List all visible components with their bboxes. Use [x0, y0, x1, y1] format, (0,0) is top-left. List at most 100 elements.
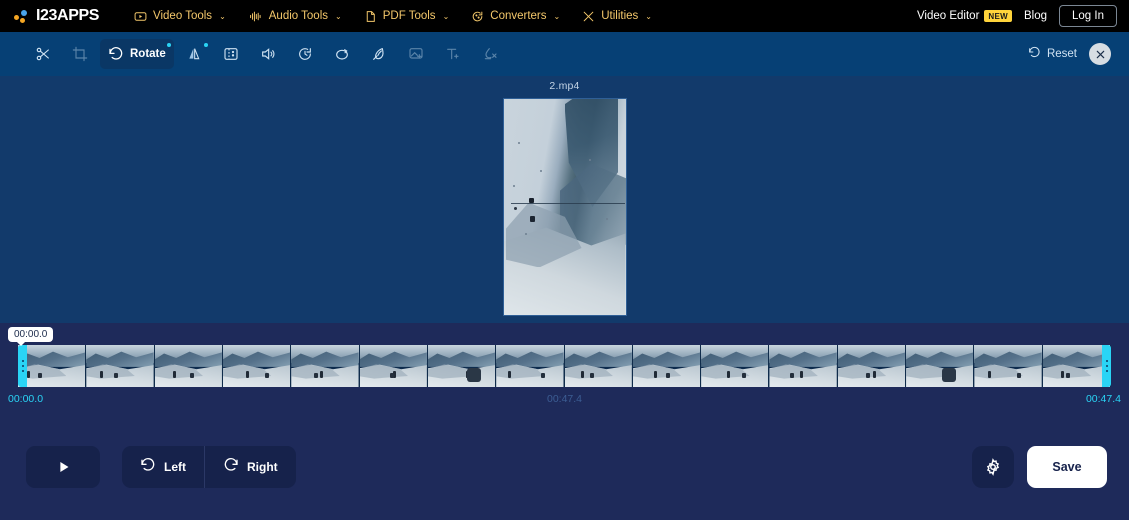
remove-watermark-icon [482, 46, 498, 62]
crop-icon [72, 46, 88, 62]
filmstrip-thumbnail [564, 345, 633, 387]
rotate-left-label: Left [164, 459, 186, 474]
video-frame-image [503, 99, 626, 315]
filmstrip-thumbnail [701, 345, 770, 387]
chevron-down-icon: ⌄ [442, 11, 450, 21]
video-play-icon [134, 10, 147, 23]
filmstrip-thumbnail [86, 345, 155, 387]
main-menu: Video Tools ⌄ Audio Tools ⌄ PDF Tools ⌄ [125, 5, 661, 28]
rotate-right-label: Right [247, 459, 278, 474]
tool-effects-button[interactable] [362, 39, 396, 69]
tool-loop-button[interactable] [325, 39, 359, 69]
nav-item-utilities[interactable]: Utilities ⌄ [573, 5, 661, 28]
filmstrip-thumbnail [222, 345, 292, 387]
close-icon [1096, 50, 1104, 58]
filmstrip-thumbnail [154, 345, 223, 387]
filmstrip-thumbnail [496, 345, 565, 387]
rotate-ccw-icon [140, 457, 156, 476]
chevron-down-icon: ⌄ [219, 11, 226, 21]
tools-cross-icon [582, 10, 595, 23]
filmstrip-thumbnail [427, 345, 497, 387]
timeline-mid-time: 00:47.4 [546, 393, 583, 405]
magic-wand-icon [371, 46, 387, 62]
chevron-down-icon: ⌄ [645, 11, 652, 21]
nav-item-video-tools[interactable]: Video Tools ⌄ [125, 5, 235, 28]
video-editor-label: Video Editor [916, 10, 980, 22]
tool-flip-button[interactable] [177, 39, 211, 69]
rotate-direction-group: Left Right [122, 445, 296, 488]
gear-icon [986, 457, 1000, 476]
audio-waveform-icon [248, 10, 263, 23]
timeline-end-time: 00:47.4 [1085, 393, 1121, 405]
tool-rotate-button[interactable]: Rotate [100, 39, 174, 69]
rotate-left-button[interactable]: Left [122, 446, 204, 488]
add-image-icon [408, 46, 424, 62]
filmstrip-thumbnail [837, 345, 907, 387]
tool-volume-button[interactable] [251, 39, 285, 69]
nav-item-video-editor[interactable]: Video Editor NEW [917, 10, 1012, 22]
reset-button[interactable]: Reset [1028, 46, 1077, 62]
trim-handle-left[interactable] [18, 345, 27, 387]
save-button[interactable]: Save [1027, 445, 1107, 488]
rotate-modified-dot [166, 43, 171, 47]
nav-item-blog[interactable]: Blog [1024, 10, 1047, 22]
tool-add-image-button[interactable] [399, 39, 433, 69]
bottom-control-bar: Left Right Save [0, 413, 1129, 520]
flip-modified-dot [203, 43, 208, 47]
nav-item-audio-tools[interactable]: Audio Tools ⌄ [239, 5, 351, 28]
editor-toolbar: Rotate Reset [0, 32, 1129, 76]
flip-horizontal-icon [186, 46, 202, 62]
chevron-down-icon: ⌄ [335, 11, 342, 21]
nav-label: Utilities [601, 10, 639, 22]
top-navigation-bar: I23APPS Video Tools ⌄ Audio Tools ⌄ PDF … [0, 0, 1129, 32]
timeline-start-time: 00:00.0 [8, 393, 44, 405]
logo-text: I23APPS [36, 7, 100, 24]
filmstrip-thumbnail [906, 345, 975, 387]
nav-label: Converters [490, 10, 547, 22]
tool-crop-button[interactable] [63, 39, 97, 69]
nav-item-converters[interactable]: Converters ⌄ [462, 5, 569, 28]
chevron-down-icon: ⌄ [553, 11, 561, 21]
logo[interactable]: I23APPS [14, 7, 99, 25]
filmstrip-thumbnail [1042, 345, 1111, 387]
filmstrip-thumbnail [18, 345, 87, 387]
preview-canvas: 2.mp4 [0, 76, 1129, 323]
video-preview-frame[interactable] [502, 98, 627, 316]
tool-add-text-button[interactable] [436, 39, 470, 69]
filmstrip-thumbnail [291, 345, 360, 387]
tool-remove-watermark-button[interactable] [473, 39, 507, 69]
document-icon [364, 10, 377, 23]
bottom-right-section: Save [972, 413, 1107, 520]
close-editor-button[interactable] [1089, 43, 1111, 65]
filmstrip-thumbnail [974, 345, 1043, 387]
tool-cut-button[interactable] [26, 39, 60, 69]
login-button[interactable]: Log In [1059, 5, 1117, 27]
scissors-icon [35, 46, 51, 62]
play-icon [59, 461, 68, 472]
settings-button[interactable] [972, 445, 1014, 488]
nav-label: Audio Tools [268, 10, 329, 22]
speedometer-icon [297, 46, 313, 62]
nav-label: PDF Tools [382, 10, 436, 22]
rotate-right-button[interactable]: Right [205, 446, 296, 488]
tool-canvas-button[interactable] [214, 39, 248, 69]
undo-icon [1028, 46, 1041, 62]
add-text-icon [445, 46, 461, 62]
new-badge: NEW [984, 10, 1012, 22]
canvas-frame-icon [223, 46, 239, 62]
play-button[interactable] [26, 445, 100, 488]
trim-handle-right[interactable] [1102, 345, 1111, 387]
tool-group: Rotate [26, 39, 507, 69]
loop-arrow-icon [334, 46, 350, 62]
nav-right-section: Video Editor NEW Blog Log In [917, 0, 1117, 32]
logo-dots-icon [14, 9, 30, 23]
timeline: 00:00.0 00:00.0 00:47.4 00:47.4 [0, 323, 1129, 413]
filmstrip[interactable] [18, 345, 1111, 387]
tool-speed-button[interactable] [288, 39, 322, 69]
tool-rotate-label: Rotate [130, 48, 166, 60]
rotate-ccw-icon [108, 46, 124, 62]
reset-label: Reset [1046, 48, 1077, 60]
convert-arrows-icon [471, 10, 484, 23]
nav-item-pdf-tools[interactable]: PDF Tools ⌄ [355, 5, 459, 28]
rotate-cw-icon [223, 457, 239, 476]
